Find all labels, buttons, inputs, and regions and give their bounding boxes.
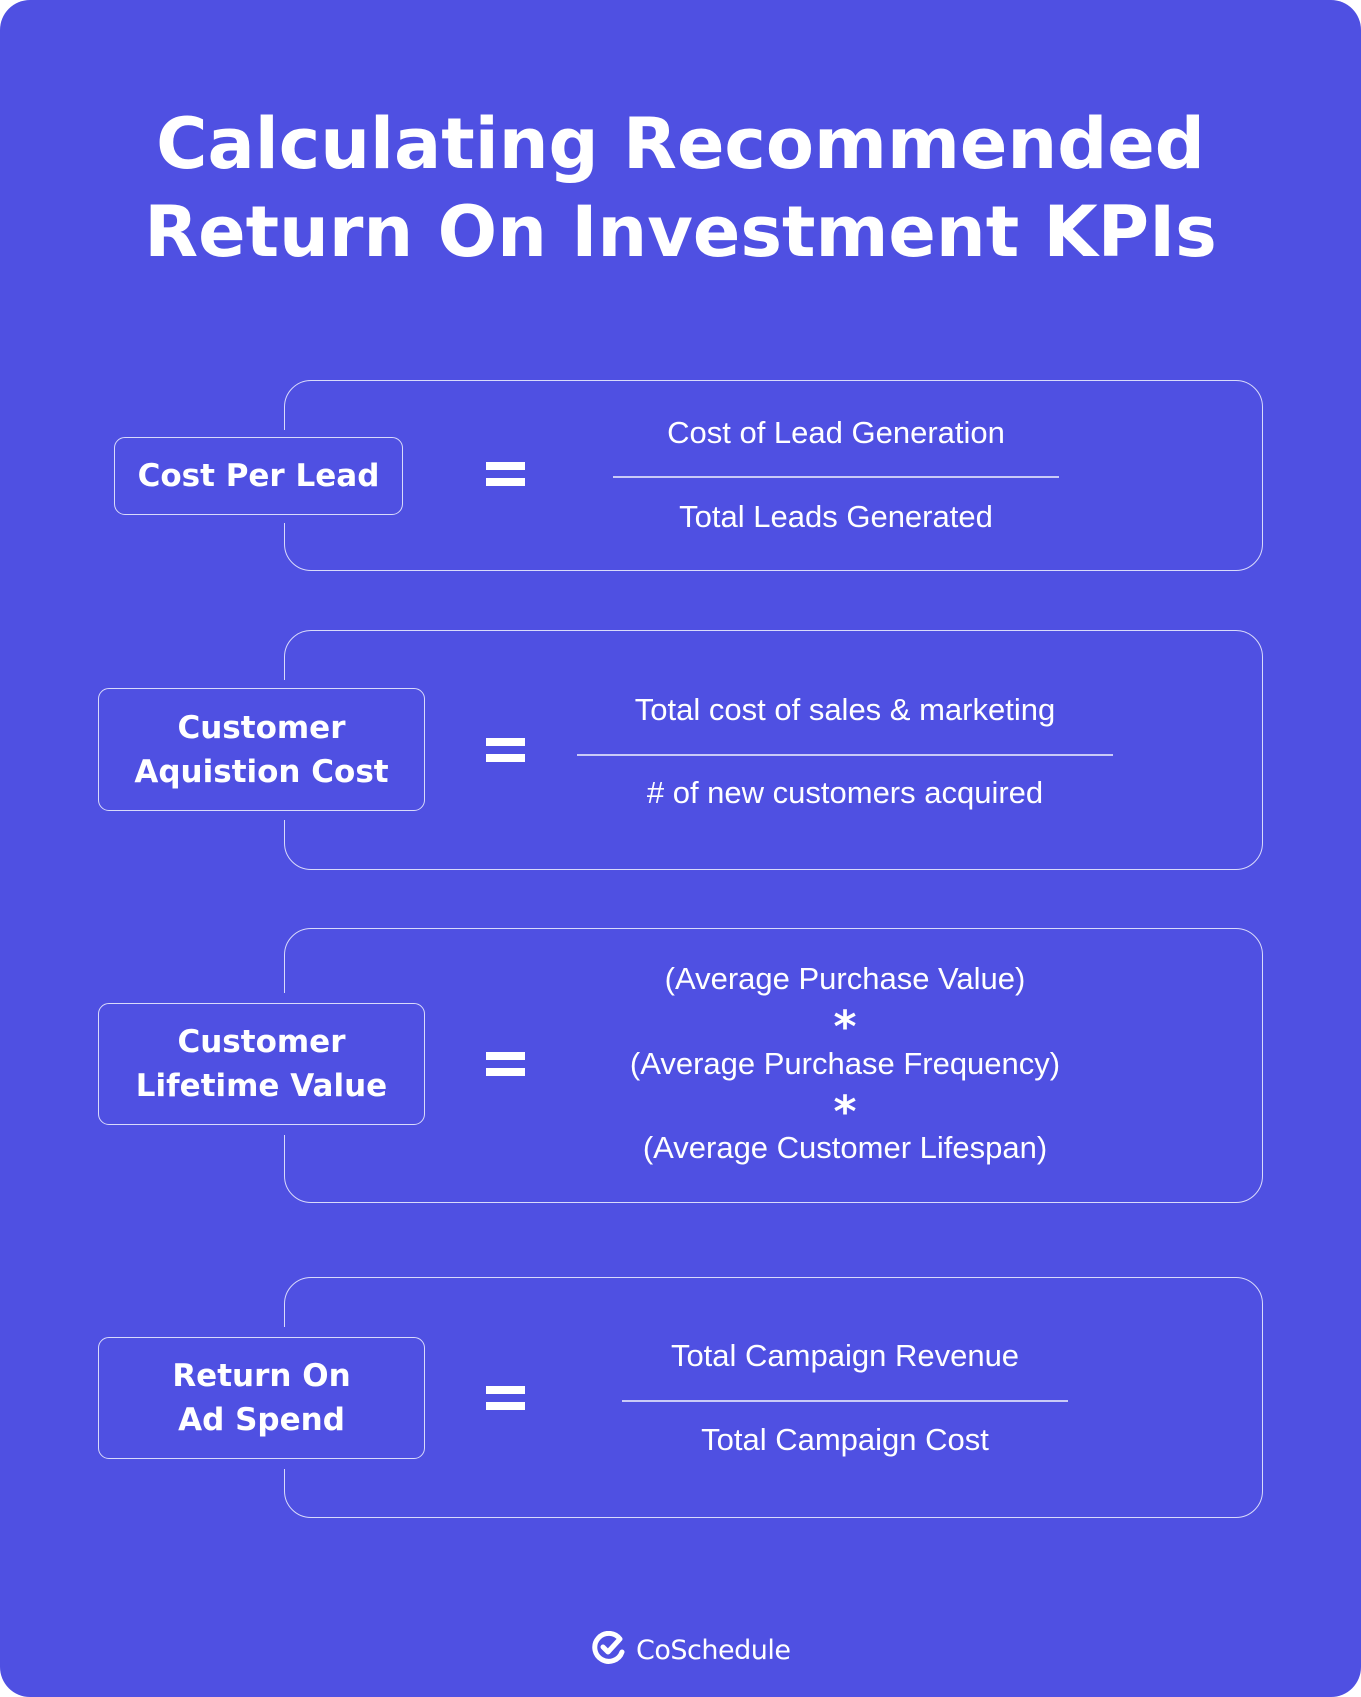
coschedule-logo: CoSchedule: [592, 1630, 791, 1670]
fraction-line: [622, 1400, 1068, 1402]
formula-box-return-on-ad-spend: [284, 1277, 1263, 1518]
formula-box-customer-acquisition-cost: [284, 630, 1263, 870]
title-line-2: Return On Investment KPIs: [144, 191, 1217, 273]
title-line-1: Calculating Recommended: [156, 103, 1205, 185]
numerator: Cost of Lead Generation: [667, 415, 1005, 450]
equals-sign: [486, 1386, 525, 1410]
equals-sign: [486, 738, 525, 762]
equals-sign: [486, 462, 525, 486]
kpi-label-customer-acquisition-cost: Customer Aquistion Cost: [98, 688, 425, 811]
kpi-label-customer-lifetime-value: Customer Lifetime Value: [98, 1003, 425, 1125]
kpi-label-line-1: Customer: [177, 709, 346, 746]
kpi-label-line-1: Return On: [172, 1358, 351, 1394]
denominator: # of new customers acquired: [646, 775, 1044, 810]
kpi-label-line-2: Ad Spend: [178, 1402, 345, 1438]
fraction-line: [577, 754, 1113, 756]
kpi-label-text: Cost Per Lead: [137, 458, 380, 494]
infographic-card: Calculating Recommended Return On Invest…: [0, 0, 1361, 1697]
equals-sign: [486, 1052, 525, 1076]
denominator: Total Leads Generated: [679, 499, 993, 534]
formula-term: (Average Customer Lifespan): [642, 1130, 1048, 1165]
brand-name: CoSchedule: [636, 1634, 791, 1666]
kpi-label-line-1: Customer: [177, 1024, 346, 1060]
formula-term: (Average Purchase Frequency): [629, 1046, 1061, 1081]
multiply-icon: *: [833, 1001, 857, 1053]
page-title: Calculating Recommended Return On Invest…: [0, 100, 1361, 276]
kpi-label-cost-per-lead: Cost Per Lead: [114, 437, 403, 515]
kpi-label-line-2: Aquistion Cost: [134, 753, 389, 790]
kpi-label-line-2: Lifetime Value: [135, 1068, 388, 1104]
coschedule-check-icon: [592, 1630, 626, 1670]
formula-term: (Average Purchase Value): [664, 961, 1026, 996]
numerator: Total Campaign Revenue: [670, 1338, 1020, 1373]
denominator: Total Campaign Cost: [701, 1422, 989, 1457]
kpi-label-return-on-ad-spend: Return On Ad Spend: [98, 1337, 425, 1459]
fraction-line: [613, 476, 1059, 478]
numerator: Total cost of sales & marketing: [634, 692, 1056, 727]
